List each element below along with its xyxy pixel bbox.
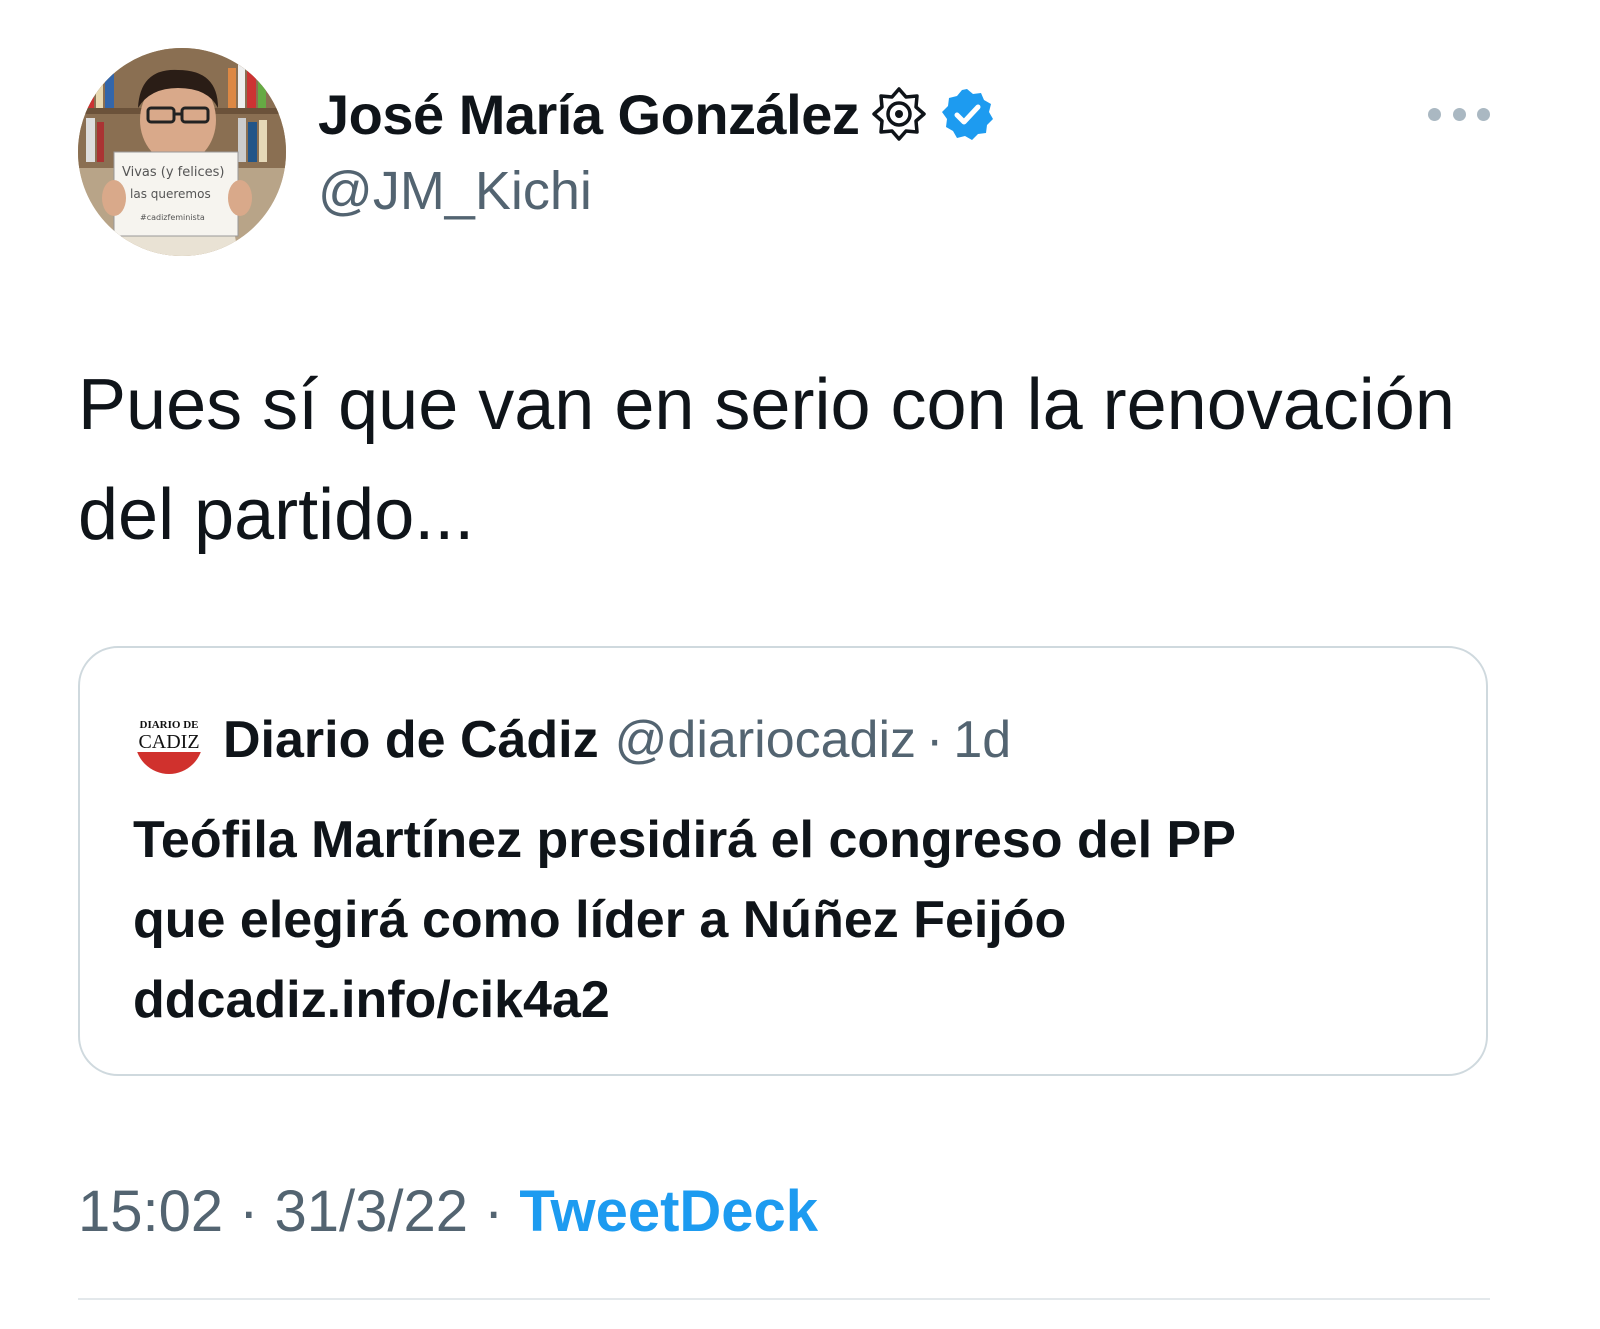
quoted-separator: · (926, 711, 944, 769)
divider (78, 1298, 1490, 1300)
author-avatar[interactable]: Vivas (y felices) las queremos #cadizfem… (78, 48, 286, 256)
meta-separator: · (484, 1179, 504, 1244)
more-dots-icon[interactable] (1428, 98, 1490, 130)
dot (1477, 107, 1490, 121)
quoted-tweet-header: DIARIO DE CADIZ Diario de Cádiz @diarioc… (135, 700, 1011, 780)
quoted-text-line-1: Teófila Martínez presidirá el congreso d… (133, 811, 1236, 869)
tweet-source-link[interactable]: TweetDeck (519, 1178, 818, 1245)
quoted-handle[interactable]: @diariocadiz (615, 710, 916, 770)
diario-logo-icon: DIARIO DE CADIZ (135, 706, 203, 774)
quoted-display-name[interactable]: Diario de Cádiz (223, 710, 599, 770)
tweet-text: Pues sí que van en serio con la renovaci… (78, 365, 1455, 555)
tweet-meta: 15:02 · 31/3/22 · TweetDeck (78, 1178, 818, 1245)
tweet-date[interactable]: 31/3/22 (274, 1178, 468, 1245)
quoted-link[interactable]: ddcadiz.info/cik4a2 (133, 960, 1453, 1040)
tweet-time[interactable]: 15:02 (78, 1178, 223, 1245)
dot (1452, 107, 1466, 121)
author-display-name[interactable]: José María González (318, 82, 860, 147)
sign-line-3: #cadizfeminista (140, 213, 205, 222)
meta-separator: · (239, 1179, 259, 1244)
verified-badge-icon[interactable] (939, 86, 995, 142)
dot (1428, 107, 1441, 121)
quoted-tweet-card[interactable]: DIARIO DE CADIZ Diario de Cádiz @diarioc… (78, 646, 1488, 1076)
logo-text-bottom: CADIZ (138, 731, 199, 753)
sign-line-1: Vivas (y felices) (122, 165, 224, 180)
author-handle[interactable]: @JM_Kichi (318, 160, 592, 222)
quoted-tweet-text: Teófila Martínez presidirá el congreso d… (133, 800, 1453, 1040)
quoted-account-logo[interactable]: DIARIO DE CADIZ (135, 706, 203, 774)
sign-line-2: las queremos (130, 187, 211, 201)
logo-text-top: DIARIO DE (140, 719, 199, 731)
avatar-photo: Vivas (y felices) las queremos #cadizfem… (78, 48, 286, 256)
affiliate-badge-icon[interactable] (871, 86, 927, 142)
quoted-timestamp[interactable]: 1d (953, 710, 1011, 770)
quoted-text-line-2: que elegirá como líder a Núñez Feijóo (133, 891, 1067, 949)
author-name-row: José María González (318, 82, 995, 146)
